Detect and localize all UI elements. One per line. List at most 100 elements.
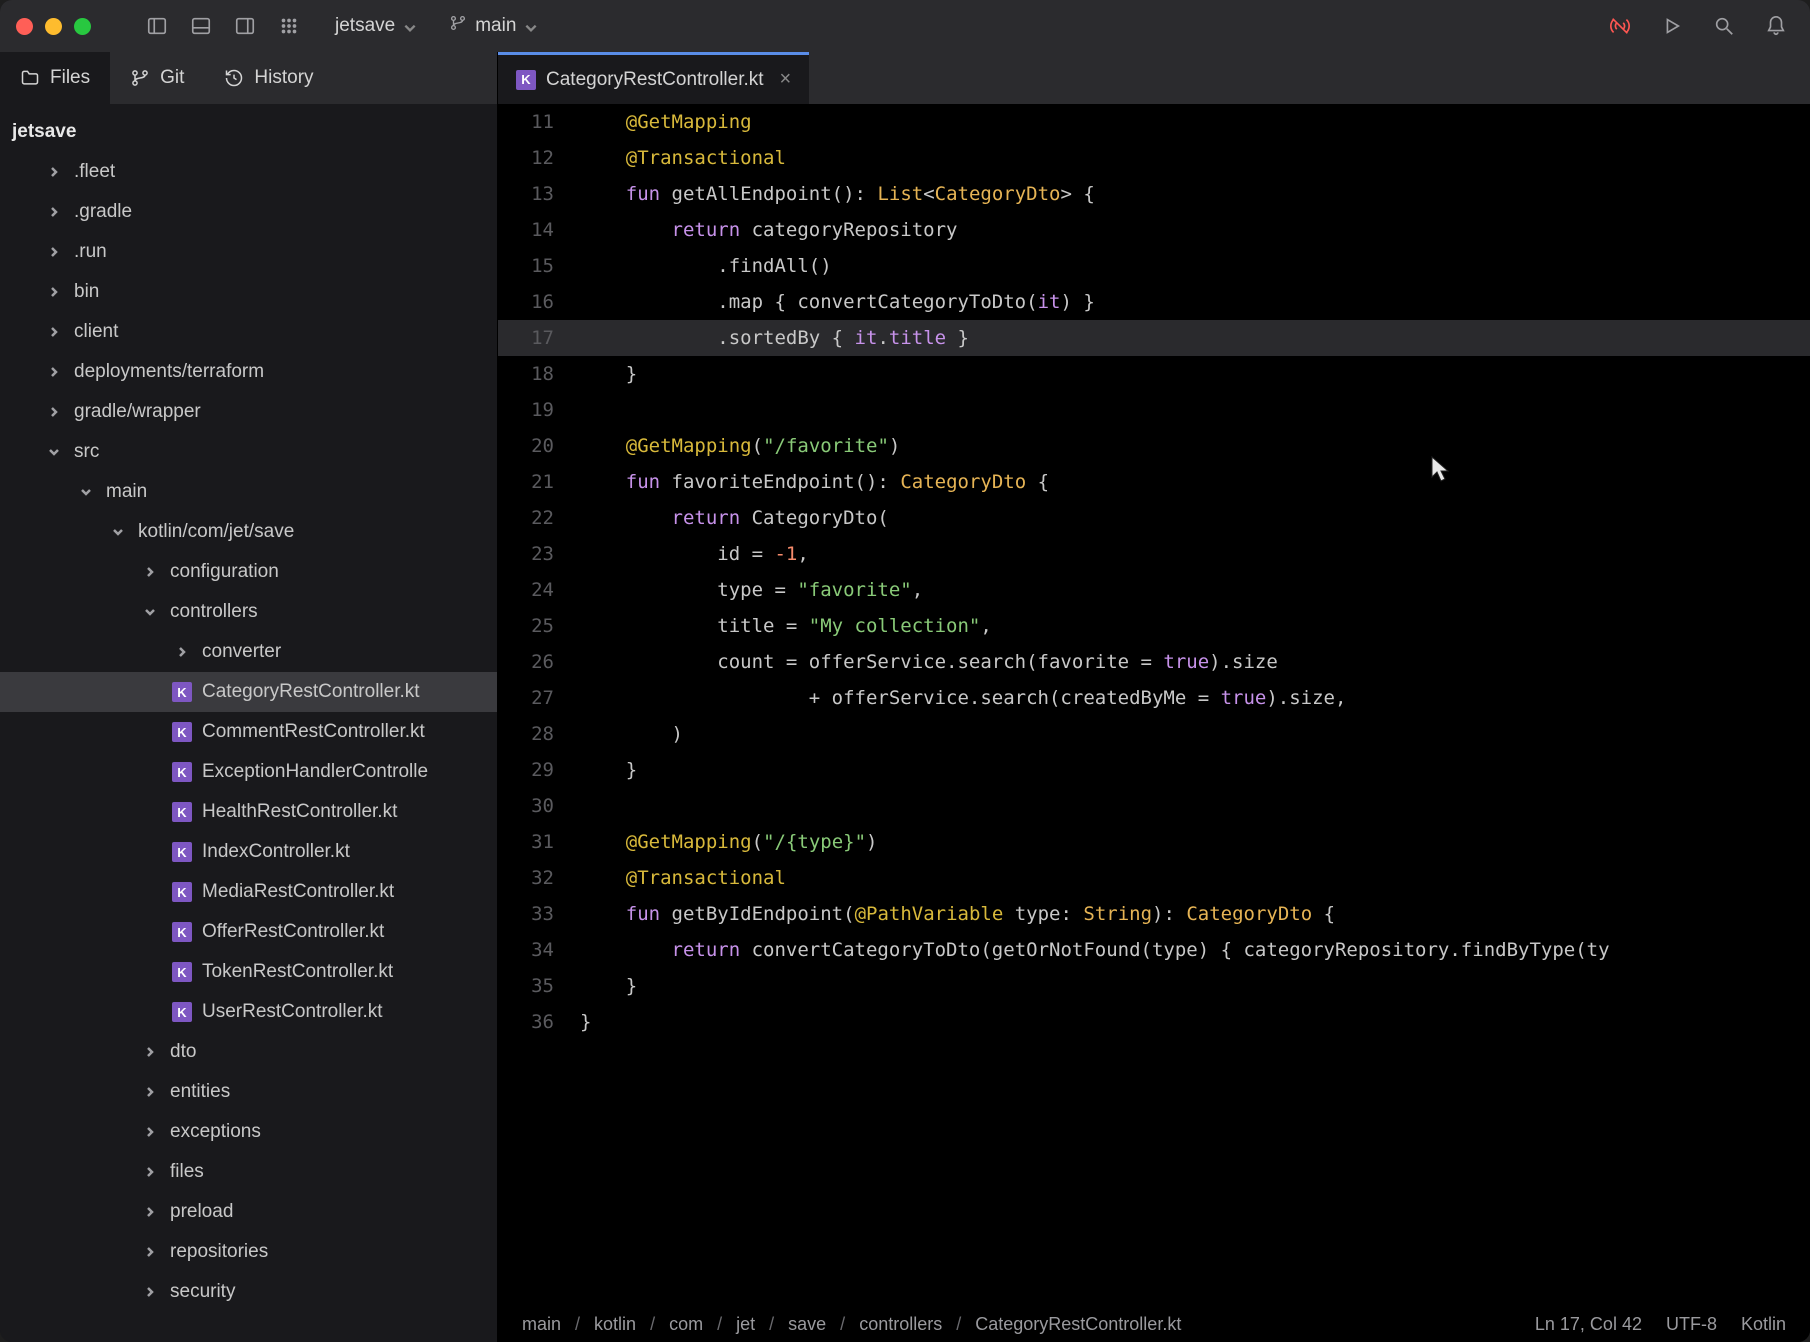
- file-tree[interactable]: jetsave.fleet.gradle.runbinclientdeploym…: [0, 104, 497, 1342]
- code-line[interactable]: + offerService.search(createdByMe = true…: [572, 680, 1810, 716]
- git-branch-icon: [449, 14, 467, 38]
- code-line[interactable]: .map { convertCategoryToDto(it) }: [572, 284, 1810, 320]
- tree-file[interactable]: KHealthRestController.kt: [0, 792, 497, 832]
- tree-folder[interactable]: .fleet: [0, 152, 497, 192]
- tree-folder[interactable]: dto: [0, 1032, 497, 1072]
- tree-folder[interactable]: preload: [0, 1192, 497, 1232]
- breadcrumb-segment[interactable]: jet: [736, 1314, 755, 1335]
- apps-grid-icon[interactable]: [271, 8, 307, 44]
- run-icon[interactable]: [1654, 8, 1690, 44]
- tree-file[interactable]: KCommentRestController.kt: [0, 712, 497, 752]
- titlebar: jetsave main: [0, 0, 1810, 52]
- tree-folder[interactable]: security: [0, 1272, 497, 1312]
- line-number: 19: [498, 392, 572, 428]
- kotlin-file-icon: K: [516, 70, 536, 90]
- code-line[interactable]: type = "favorite",: [572, 572, 1810, 608]
- code-line[interactable]: return convertCategoryToDto(getOrNotFoun…: [572, 932, 1810, 968]
- tree-folder[interactable]: main: [0, 472, 497, 512]
- code-line[interactable]: fun getByIdEndpoint(@PathVariable type: …: [572, 896, 1810, 932]
- panel-left-icon[interactable]: [139, 8, 175, 44]
- tree-root[interactable]: jetsave: [0, 112, 497, 152]
- code-line[interactable]: [572, 788, 1810, 824]
- breadcrumb-segment[interactable]: controllers: [859, 1314, 942, 1335]
- panel-bottom-icon[interactable]: [183, 8, 219, 44]
- tree-folder[interactable]: configuration: [0, 552, 497, 592]
- editor-tab[interactable]: K CategoryRestController.kt ×: [498, 52, 809, 104]
- language-mode[interactable]: Kotlin: [1741, 1314, 1786, 1335]
- close-tab-button[interactable]: ×: [780, 68, 792, 91]
- breadcrumb-segment[interactable]: kotlin: [594, 1314, 636, 1335]
- code-line[interactable]: id = -1,: [572, 536, 1810, 572]
- code-line[interactable]: @Transactional: [572, 140, 1810, 176]
- tree-folder[interactable]: .run: [0, 232, 497, 272]
- code-line[interactable]: count = offerService.search(favorite = t…: [572, 644, 1810, 680]
- tree-folder[interactable]: gradle/wrapper: [0, 392, 497, 432]
- tree-file[interactable]: KCategoryRestController.kt: [0, 672, 497, 712]
- line-number: 16: [498, 284, 572, 320]
- code-line[interactable]: return CategoryDto(: [572, 500, 1810, 536]
- breadcrumb-segment[interactable]: com: [669, 1314, 703, 1335]
- breadcrumb-segment[interactable]: save: [788, 1314, 826, 1335]
- code-line[interactable]: .sortedBy { it.title }: [572, 320, 1810, 356]
- tree-item-label: converter: [202, 641, 281, 663]
- code-line[interactable]: }: [572, 752, 1810, 788]
- code-line[interactable]: ): [572, 716, 1810, 752]
- line-number: 28: [498, 716, 572, 752]
- code-line[interactable]: fun favoriteEndpoint(): CategoryDto {: [572, 464, 1810, 500]
- code-line[interactable]: }: [572, 1004, 1810, 1040]
- code-line[interactable]: @GetMapping("/{type}"): [572, 824, 1810, 860]
- sidebar-tab-files[interactable]: Files: [0, 52, 110, 104]
- code-line[interactable]: @GetMapping("/favorite"): [572, 428, 1810, 464]
- code-line[interactable]: [572, 392, 1810, 428]
- tree-folder[interactable]: entities: [0, 1072, 497, 1112]
- tree-folder[interactable]: deployments/terraform: [0, 352, 497, 392]
- breadcrumb-segment[interactable]: main: [522, 1314, 561, 1335]
- window-close-button[interactable]: [16, 18, 33, 35]
- window-maximize-button[interactable]: [74, 18, 91, 35]
- tree-file[interactable]: KIndexController.kt: [0, 832, 497, 872]
- tree-folder[interactable]: exceptions: [0, 1112, 497, 1152]
- tree-file[interactable]: KOfferRestController.kt: [0, 912, 497, 952]
- tree-folder[interactable]: client: [0, 312, 497, 352]
- line-number: 15: [498, 248, 572, 284]
- sidebar-tab-history[interactable]: History: [204, 52, 333, 104]
- sidebar-tab-git[interactable]: Git: [110, 52, 204, 104]
- tree-folder[interactable]: bin: [0, 272, 497, 312]
- tree-item-label: kotlin/com/jet/save: [138, 521, 294, 543]
- search-icon[interactable]: [1706, 8, 1742, 44]
- tree-file[interactable]: KUserRestController.kt: [0, 992, 497, 1032]
- code-line[interactable]: }: [572, 968, 1810, 1004]
- notifications-icon[interactable]: [1758, 8, 1794, 44]
- broadcast-off-icon[interactable]: [1602, 8, 1638, 44]
- tree-folder[interactable]: kotlin/com/jet/save: [0, 512, 497, 552]
- breadcrumb-segment[interactable]: CategoryRestController.kt: [975, 1314, 1181, 1335]
- line-number: 29: [498, 752, 572, 788]
- tree-item-label: CommentRestController.kt: [202, 721, 425, 743]
- code-line[interactable]: @GetMapping: [572, 104, 1810, 140]
- code-editor[interactable]: 11 @GetMapping12 @Transactional13 fun ge…: [498, 104, 1810, 1306]
- tree-folder[interactable]: .gradle: [0, 192, 497, 232]
- tree-file[interactable]: KMediaRestController.kt: [0, 872, 497, 912]
- window-minimize-button[interactable]: [45, 18, 62, 35]
- code-line[interactable]: title = "My collection",: [572, 608, 1810, 644]
- line-number: 17: [498, 320, 572, 356]
- project-selector[interactable]: jetsave: [335, 15, 417, 37]
- code-line[interactable]: @Transactional: [572, 860, 1810, 896]
- encoding[interactable]: UTF-8: [1666, 1314, 1717, 1335]
- breadcrumb[interactable]: main/kotlin/com/jet/save/controllers/Cat…: [522, 1314, 1181, 1335]
- cursor-position[interactable]: Ln 17, Col 42: [1535, 1314, 1642, 1335]
- tree-file[interactable]: KTokenRestController.kt: [0, 952, 497, 992]
- code-line[interactable]: return categoryRepository: [572, 212, 1810, 248]
- code-line[interactable]: .findAll(): [572, 248, 1810, 284]
- tree-folder[interactable]: converter: [0, 632, 497, 672]
- tree-folder[interactable]: controllers: [0, 592, 497, 632]
- tree-folder[interactable]: src: [0, 432, 497, 472]
- tree-folder[interactable]: repositories: [0, 1232, 497, 1272]
- tree-file[interactable]: KExceptionHandlerControlle: [0, 752, 497, 792]
- code-line[interactable]: }: [572, 356, 1810, 392]
- code-line[interactable]: fun getAllEndpoint(): List<CategoryDto> …: [572, 176, 1810, 212]
- branch-selector[interactable]: main: [449, 14, 538, 38]
- panel-right-icon[interactable]: [227, 8, 263, 44]
- editor-area: K CategoryRestController.kt × 11 @GetMap…: [498, 52, 1810, 1342]
- tree-folder[interactable]: files: [0, 1152, 497, 1192]
